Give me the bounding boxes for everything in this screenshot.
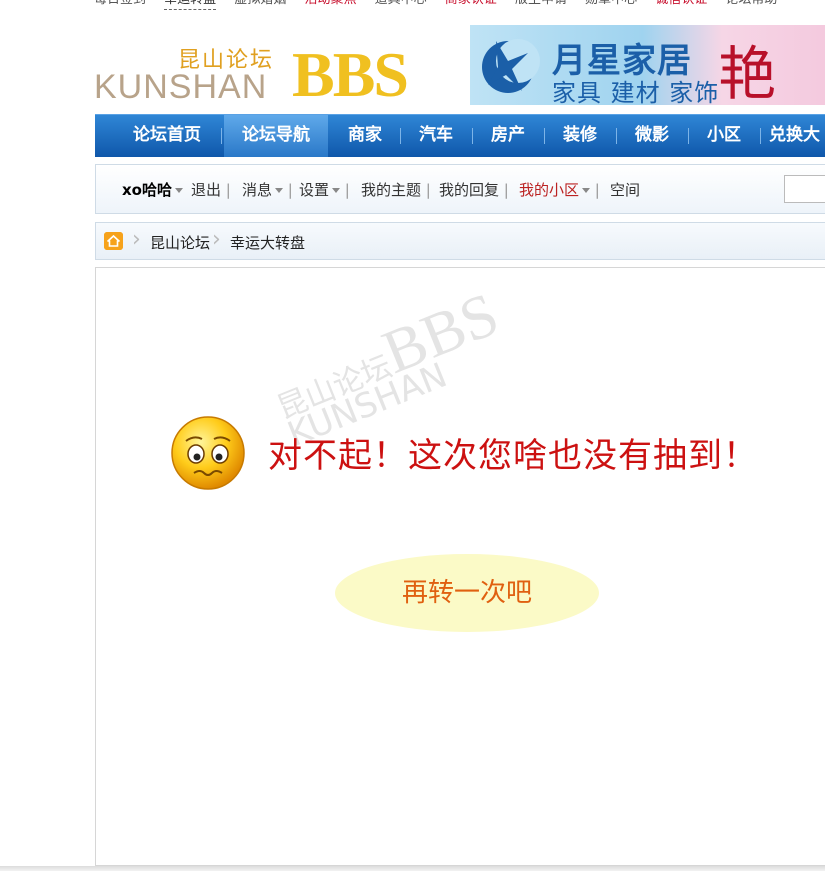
settings-label: 设置 [299,181,330,199]
top-link-lucky-wheel[interactable]: 幸运转盘 [164,0,217,10]
banner-ad[interactable]: 月星家居 家具 建材 家饰 艳 [470,25,825,105]
nav-item-decoration[interactable]: 装修 [549,115,611,157]
chevron-down-icon [275,188,284,193]
user-menu[interactable]: xo哈哈 [122,179,183,200]
user-toolbar: xo哈哈 退出 | 消息 | 设置 | 我的主题 | 我的回复 | 我的小区 |… [95,164,825,214]
separator: | [594,181,600,199]
space-link[interactable]: 空间 [610,179,640,200]
nav-separator [760,128,761,144]
top-link-moderator-apply[interactable]: 版主申请 [515,0,567,9]
nav-separator [472,128,473,144]
spin-again-button[interactable]: 再转一次吧 [335,554,599,632]
result-message: 对不起！这次您啥也没有抽到！ [268,436,758,476]
separator: | [425,181,431,199]
top-link-help[interactable]: 论坛帮助 [725,0,777,9]
my-replies-link[interactable]: 我的回复 | [439,179,509,200]
space-label: 空间 [610,181,641,199]
nav-item-forum-nav[interactable]: 论坛导航 [224,115,328,157]
messages-menu[interactable]: 消息 | [242,179,293,200]
nav-item-cars[interactable]: 汽车 [405,115,467,157]
settings-menu[interactable]: 设置 | [299,179,350,200]
main-nav: 论坛首页 论坛导航 商家 汽车 房产 装修 微影 小区 兑换大 [95,114,825,157]
window-bottom-edge [0,866,825,871]
banner-slogan: 艳 [718,40,777,105]
breadcrumb-current: 幸运大转盘 [230,234,306,252]
my-community-label: 我的小区 [519,181,580,199]
my-replies-label: 我的回复 [439,181,500,199]
nav-separator [544,128,545,144]
separator: | [344,181,350,199]
nav-separator [400,128,401,144]
top-link-events[interactable]: 活动聚焦 [304,0,356,9]
my-community-menu[interactable]: 我的小区 | [519,179,600,200]
breadcrumb: › 昆山论坛 › 幸运大转盘 [95,222,825,260]
site-logo[interactable]: 昆山论坛 KUNSHAN BBS [94,39,444,110]
top-link-checkin[interactable]: 每日签到 [94,0,146,9]
my-topics-label: 我的主题 [361,181,422,199]
nav-item-micro-film[interactable]: 微影 [621,115,683,157]
my-topics-link[interactable]: 我的主题 | [361,179,431,200]
chevron-down-icon [174,188,183,193]
banner-subtitle: 家具 建材 家饰 [552,79,720,105]
nav-separator [616,128,617,144]
nervous-face-icon [171,416,245,490]
separator: | [225,181,231,199]
logo-english-text: KUNSHAN [94,68,268,106]
nav-item-merchants[interactable]: 商家 [335,115,395,157]
chevron-down-icon [332,188,341,193]
separator: | [287,181,293,199]
top-link-virtual-marriage[interactable]: 虚拟婚姻 [234,0,286,9]
messages-label: 消息 [242,181,273,199]
breadcrumb-forum[interactable]: 昆山论坛 [150,232,210,253]
nav-item-home[interactable]: 论坛首页 [117,115,217,157]
logout-link[interactable]: 退出 | [191,179,231,200]
brand-star-icon [482,39,540,93]
top-link-props[interactable]: 道具中心 [375,0,427,9]
logout-label: 退出 [191,181,222,199]
username: xo哈哈 [122,181,172,199]
nav-item-exchange[interactable]: 兑换大 [769,115,825,157]
top-link-medals[interactable]: 勋章中心 [585,0,637,9]
top-link-merchant-cert[interactable]: 商家认证 [445,0,497,9]
separator: | [503,181,509,199]
chevron-down-icon [582,188,591,193]
nav-separator [688,128,689,144]
logo-bbs-text: BBS [292,39,409,110]
top-links-bar: 每日签到 幸运转盘 虚拟婚姻 活动聚焦 道具中心 商家认证 版主申请 勋章中心 … [0,0,825,10]
nav-item-community[interactable]: 小区 [693,115,755,157]
search-input[interactable] [784,175,825,203]
nav-separator [221,128,222,144]
top-link-credit-cert[interactable]: 诚信认证 [655,0,707,9]
breadcrumb-chevron-icon: › [212,227,221,252]
home-icon[interactable] [104,232,123,250]
nav-item-property[interactable]: 房产 [477,115,539,157]
breadcrumb-chevron-icon: › [132,227,141,252]
